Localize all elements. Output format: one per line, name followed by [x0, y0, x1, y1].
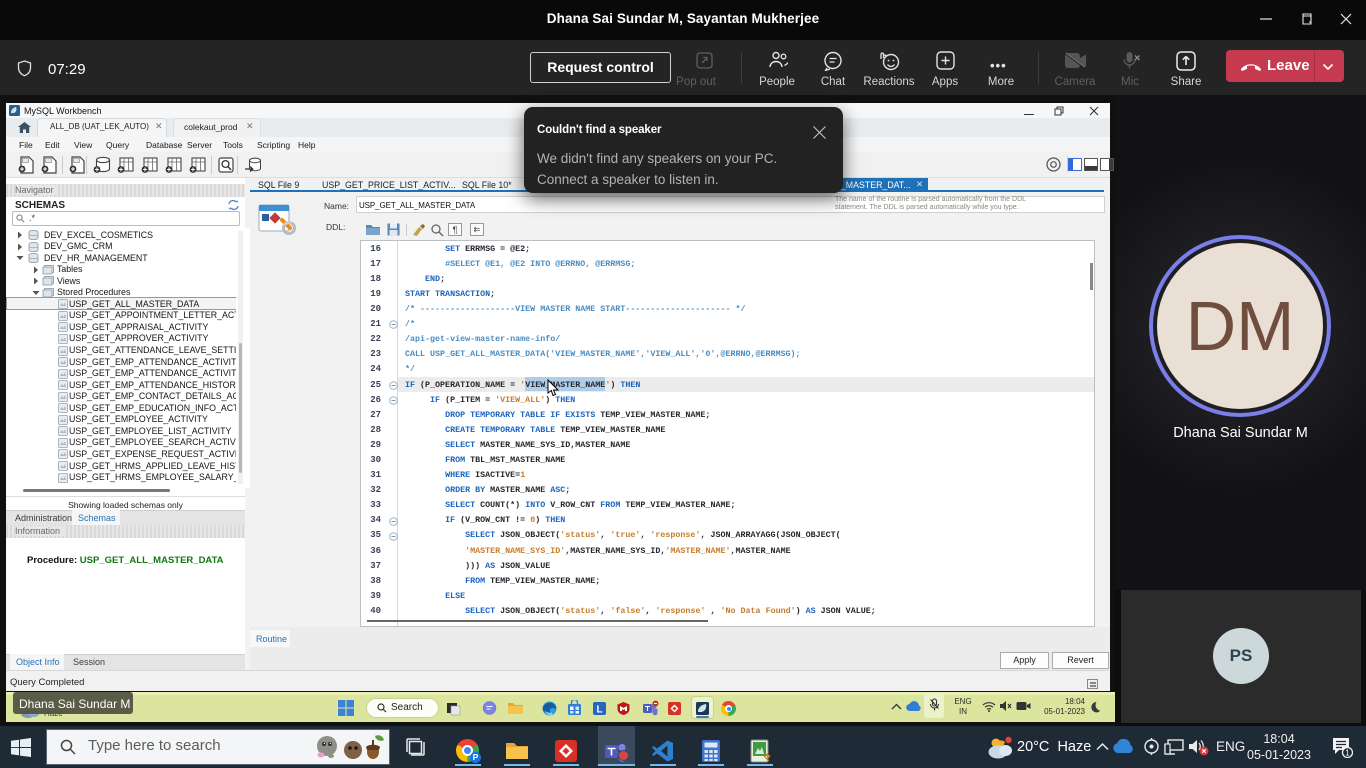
svg-text:L: L: [596, 705, 602, 716]
svg-text:1: 1: [1345, 749, 1350, 758]
